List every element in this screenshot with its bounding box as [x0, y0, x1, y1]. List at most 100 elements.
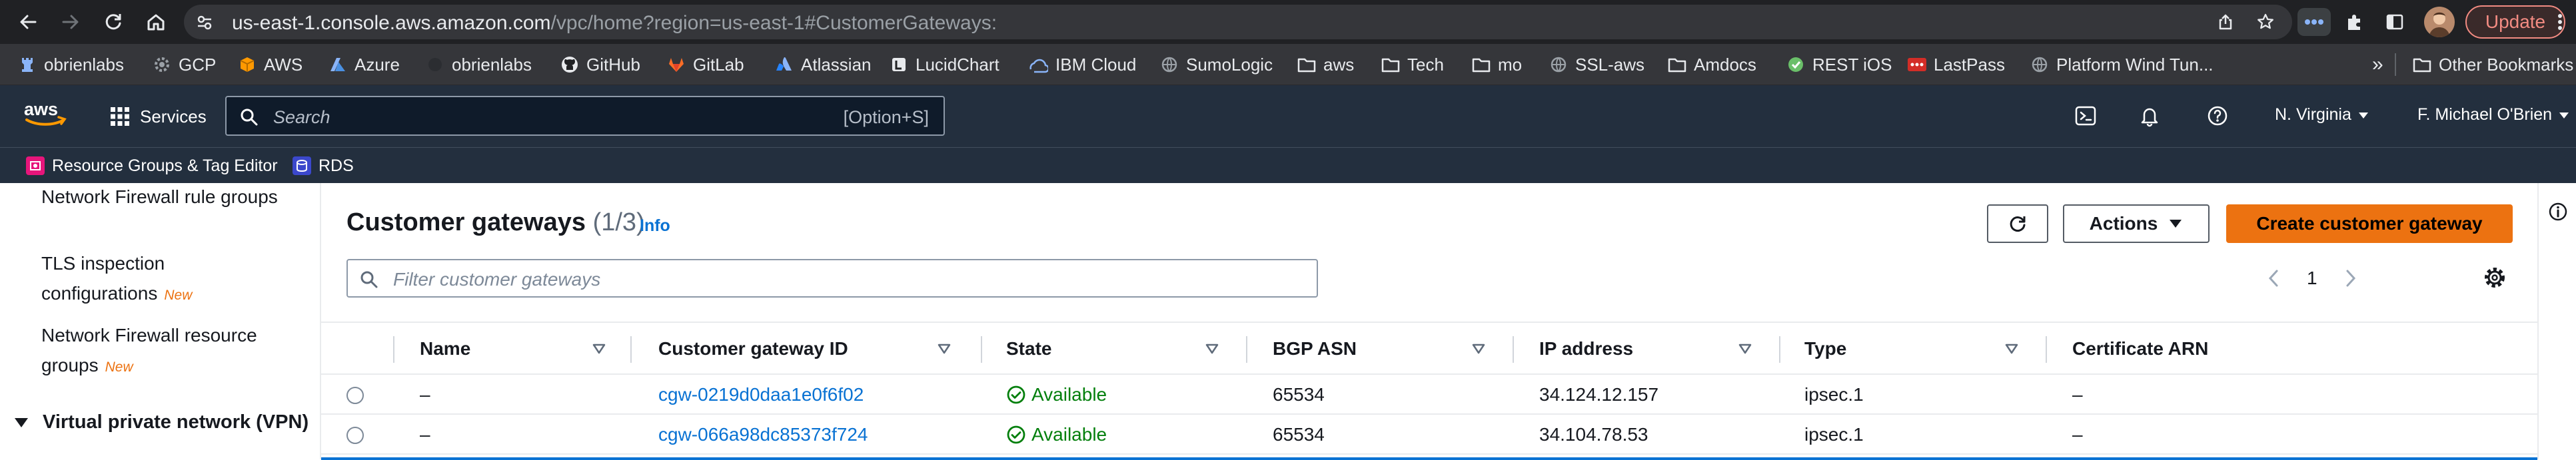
sort-caret-icon[interactable]	[1205, 343, 1219, 355]
bookmark-folder-tech[interactable]: Tech	[1381, 44, 1444, 85]
extensions-puzzle-icon[interactable]	[2341, 9, 2368, 35]
bookmark-atlassian[interactable]: Atlassian	[774, 44, 872, 85]
bookmark-platform-wind[interactable]: Platform Wind Tun...	[2030, 44, 2214, 85]
cell-bgp-asn: 65534	[1273, 384, 1325, 405]
column-header-name[interactable]: Name	[420, 323, 470, 375]
bookmark-label: Amdocs	[1694, 54, 1756, 75]
folder-icon	[1297, 55, 1317, 75]
column-header-ip-address[interactable]: IP address	[1539, 323, 1633, 375]
create-label: Create customer gateway	[2256, 213, 2483, 234]
sort-caret-icon[interactable]	[2004, 343, 2019, 355]
bookmark-aws[interactable]: AWS	[237, 44, 303, 85]
favorite-label: Resource Groups & Tag Editor	[52, 156, 278, 175]
sidebar-item-firewall-resource-groups[interactable]: Network Firewall resource groups New	[41, 320, 295, 382]
sidebar-item-label: TLS inspection configurations	[41, 253, 165, 304]
bookmark-ssl-aws[interactable]: SSL-aws	[1549, 44, 1644, 85]
sidebar-item-tls-inspection[interactable]: TLS inspection configurations New	[41, 248, 295, 310]
bookmarks-overflow-button[interactable]: »	[2372, 44, 2383, 85]
azure-icon	[328, 55, 348, 75]
actions-button[interactable]: Actions	[2063, 204, 2210, 243]
bookmark-rest-ios[interactable]: REST iOS	[1786, 44, 1892, 85]
sidebar-item-label: Network Firewall resource groups	[41, 325, 257, 375]
help-icon[interactable]	[2204, 103, 2231, 129]
sort-caret-icon[interactable]	[1738, 343, 1752, 355]
bookmark-label: GCP	[179, 54, 217, 75]
region-selector[interactable]: N. Virginia	[2275, 105, 2369, 124]
cloudshell-icon[interactable]	[2072, 103, 2099, 129]
preferences-gear-icon[interactable]	[2483, 266, 2507, 290]
bookmark-gcp[interactable]: GCP	[152, 44, 216, 85]
sidebar-item-firewall-rule-groups[interactable]: Network Firewall rule groups	[41, 183, 295, 212]
sort-caret-icon[interactable]	[1471, 343, 1486, 355]
services-menu-button[interactable]: Services	[109, 100, 207, 133]
column-header-gateway-id[interactable]: Customer gateway ID	[658, 323, 848, 375]
info-circle-icon[interactable]	[2548, 202, 2568, 222]
forward-arrow-icon[interactable]	[57, 9, 84, 35]
chrome-menu-icon[interactable]	[2547, 9, 2573, 35]
column-label: Certificate ARN	[2072, 338, 2209, 359]
table-row[interactable]: – cgw-0219d0daa1e0f6f02 Available 65534 …	[321, 375, 2537, 415]
cell-gateway-id-link[interactable]: cgw-0219d0daa1e0f6f02	[658, 375, 864, 415]
home-icon[interactable]	[143, 9, 169, 35]
reload-icon[interactable]	[100, 9, 127, 35]
account-menu[interactable]: F. Michael O'Brien	[2417, 105, 2569, 124]
row-select-radio[interactable]	[346, 387, 364, 404]
bookmark-ibm-cloud[interactable]: IBM Cloud	[1029, 44, 1136, 85]
side-panel-icon[interactable]	[2381, 9, 2408, 35]
cell-gateway-id-link[interactable]: cgw-066a98dc85373f724	[658, 415, 868, 455]
folder-icon	[1381, 55, 1401, 75]
bookmark-label: obrienlabs	[44, 54, 124, 75]
column-label: State	[1006, 338, 1052, 359]
info-link[interactable]: Info	[640, 216, 670, 236]
url-text: us-east-1.console.aws.amazon.com/vpc/hom…	[232, 12, 997, 35]
bookmark-folder-amdocs[interactable]: Amdocs	[1667, 44, 1756, 85]
bookmark-github[interactable]: GitHub	[560, 44, 640, 85]
bookmark-sumologic[interactable]: SumoLogic	[1159, 44, 1273, 85]
favorite-resource-groups[interactable]: Resource Groups & Tag Editor	[25, 148, 278, 184]
bookmark-folder-aws[interactable]: aws	[1297, 44, 1354, 85]
overflow-label: »	[2372, 53, 2383, 75]
site-info-icon[interactable]	[196, 14, 213, 31]
row-select-radio[interactable]	[346, 427, 364, 444]
current-page[interactable]: 1	[2307, 268, 2317, 289]
bookmark-star-icon[interactable]	[2255, 11, 2276, 33]
other-bookmarks[interactable]: Other Bookmarks	[2412, 44, 2573, 85]
refresh-button[interactable]	[1987, 204, 2048, 243]
aws-search-input[interactable]: Search [Option+S]	[225, 96, 945, 136]
bookmark-lucidchart[interactable]: LucidChart	[889, 44, 999, 85]
favorite-rds[interactable]: RDS	[292, 148, 354, 184]
bookmark-azure[interactable]: Azure	[328, 44, 400, 85]
bookmark-lastpass[interactable]: LastPass	[1907, 44, 2005, 85]
atlassian-icon	[774, 55, 794, 75]
column-header-type[interactable]: Type	[1804, 323, 1846, 375]
bookmark-label: Atlassian	[801, 54, 872, 75]
column-header-state[interactable]: State	[1006, 323, 1051, 375]
pagination: 1	[2267, 263, 2357, 294]
back-arrow-icon[interactable]	[15, 9, 41, 35]
column-header-bgp-asn[interactable]: BGP ASN	[1273, 323, 1357, 375]
column-header-certificate-arn[interactable]: Certificate ARN	[2072, 323, 2208, 375]
share-icon[interactable]	[2215, 11, 2236, 33]
page-title: Customer gateways (1/3)	[346, 208, 645, 237]
filter-input[interactable]: Filter customer gateways	[346, 259, 1318, 298]
bookmark-obrienlabs[interactable]: obrienlabs	[17, 44, 124, 85]
address-bar[interactable]: us-east-1.console.aws.amazon.com/vpc/hom…	[184, 5, 2292, 39]
column-divider	[1513, 336, 1514, 363]
column-divider	[630, 336, 632, 363]
profile-avatar[interactable]	[2424, 7, 2455, 37]
notifications-bell-icon[interactable]	[2136, 103, 2163, 129]
bookmark-folder-mo[interactable]: mo	[1471, 44, 1522, 85]
table-row[interactable]: – cgw-066a98dc85373f724 Available 65534 …	[321, 415, 2537, 455]
sort-caret-icon[interactable]	[592, 343, 606, 355]
sort-caret-icon[interactable]	[937, 343, 952, 355]
extension-button[interactable]	[2297, 8, 2331, 36]
bookmark-obrienlabs-2[interactable]: obrienlabs	[425, 44, 532, 85]
previous-page-icon[interactable]	[2267, 268, 2280, 288]
bookmark-label: GitLab	[693, 54, 744, 75]
sidebar-section-vpn[interactable]: Virtual private network (VPN)	[15, 407, 309, 437]
next-page-icon[interactable]	[2344, 268, 2357, 288]
bookmark-gitlab[interactable]: GitLab	[666, 44, 744, 85]
aws-logo[interactable]: aws	[23, 97, 69, 130]
create-customer-gateway-button[interactable]: Create customer gateway	[2226, 204, 2513, 243]
refresh-icon	[2008, 214, 2028, 234]
